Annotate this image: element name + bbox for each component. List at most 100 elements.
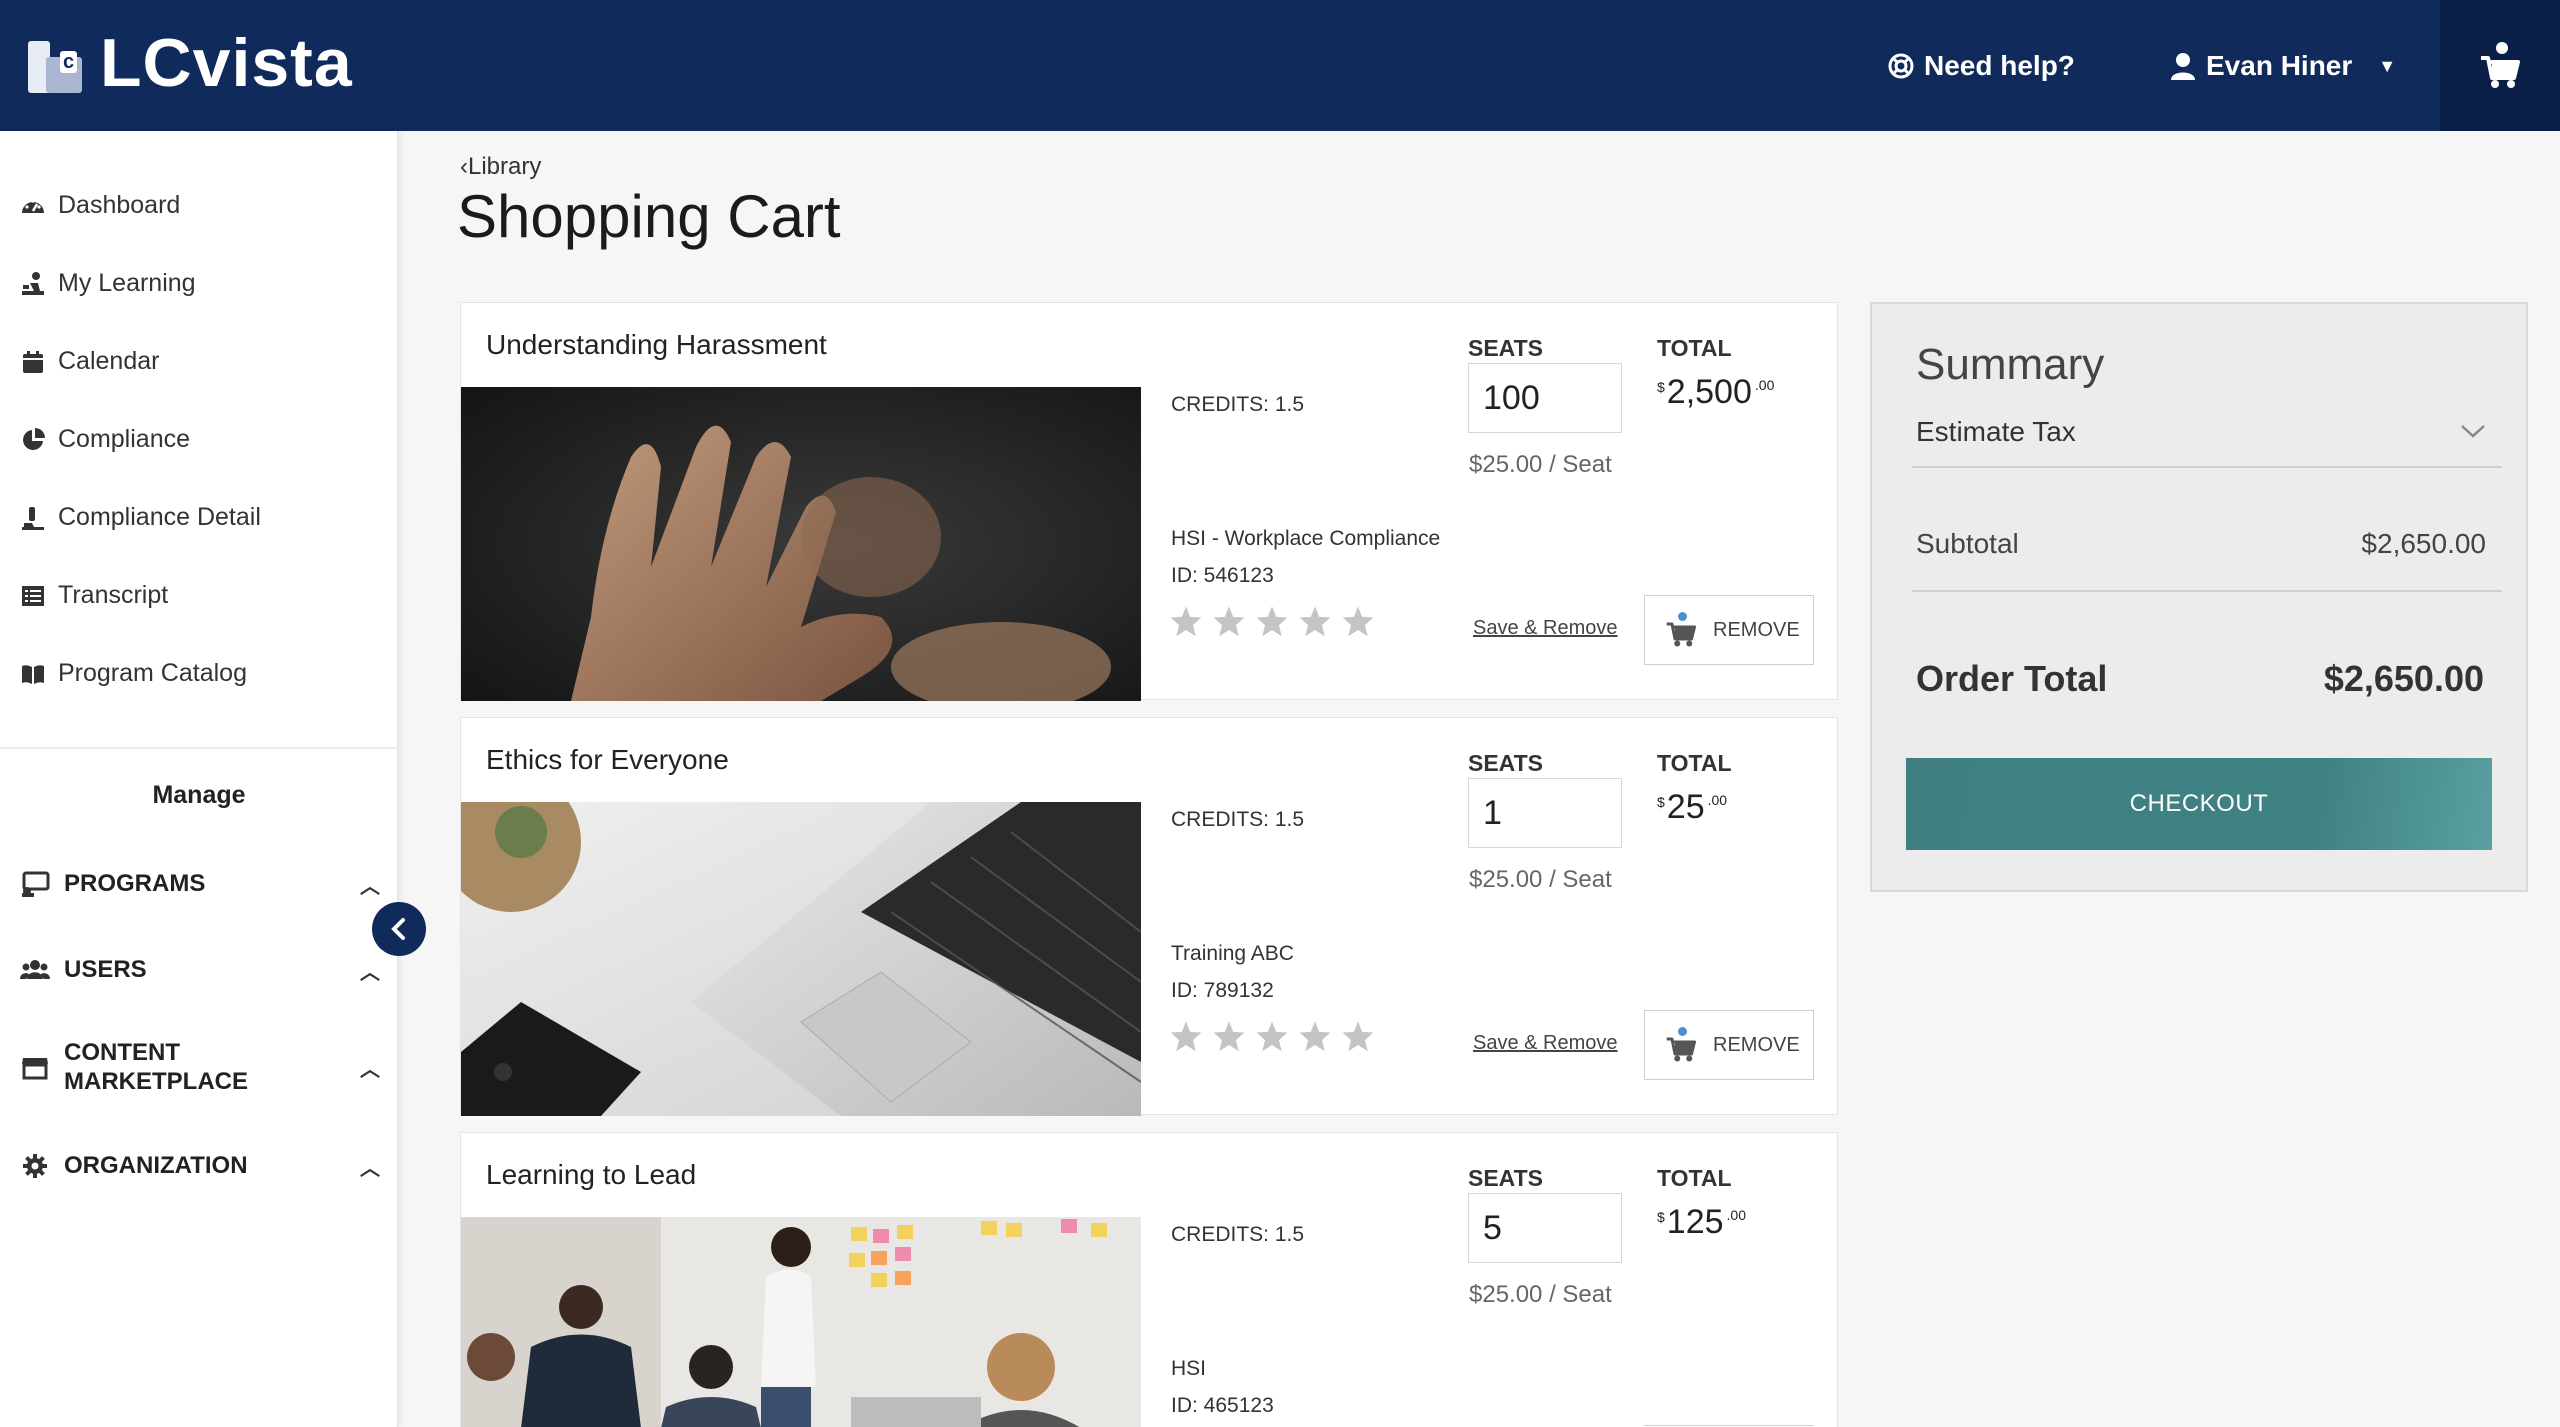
total-label: TOTAL (1657, 1165, 1732, 1191)
section-label-group: CONTENT MARKETPLACE (64, 1038, 248, 1096)
sidebar-item-label: Calendar (58, 347, 160, 375)
section-organization[interactable]: ORGANIZATION ︿ (20, 1151, 390, 1181)
sidebar-item-calendar[interactable]: Calendar (20, 347, 159, 376)
cart-item: Ethics for Everyone CREDITS: 1.5 Trainin… (460, 717, 1838, 1116)
chevron-down-icon[interactable] (2458, 416, 2488, 446)
star-icon (1213, 606, 1245, 637)
item-total: $ 25 .00 (1657, 788, 1727, 827)
chevron-left-icon: ‹ (460, 153, 468, 180)
order-total-label: Order Total (1916, 658, 2108, 699)
sidebar-item-dashboard[interactable]: Dashboard (20, 191, 180, 220)
page-title: Shopping Cart (457, 183, 841, 250)
seats-label: SEATS (1468, 335, 1543, 361)
currency-symbol: $ (1657, 1209, 1665, 1225)
provider-name: HSI (1171, 1357, 1207, 1380)
seats-input[interactable]: 1 (1468, 778, 1622, 848)
currency-symbol: $ (1657, 379, 1665, 395)
summary-title: Summary (1916, 340, 2105, 389)
provider-name: Training ABC (1171, 942, 1294, 965)
total-label: TOTAL (1657, 335, 1732, 361)
cart-remove-icon (1666, 612, 1696, 647)
total-amount: 25 (1666, 788, 1705, 826)
sidebar-item-label: Compliance (58, 425, 191, 453)
sidebar-item-compliance-detail[interactable]: Compliance Detail (20, 503, 261, 532)
cart-icon (2481, 41, 2520, 88)
order-total-value: $2,650.00 (2323, 658, 2484, 699)
book-icon (22, 664, 44, 684)
section-users[interactable]: USERS ︿ (20, 955, 390, 985)
gear-icon (23, 1154, 47, 1178)
cart-item: Understanding Harassment CREDITS: 1.5 HS… (460, 302, 1838, 701)
breadcrumb-label: Library (468, 153, 542, 180)
sidebar-item-label: Compliance Detail (58, 503, 261, 531)
caret-down-icon: ▼ (2378, 55, 2397, 76)
sidebar-item-transcript[interactable]: Transcript (20, 581, 168, 610)
save-and-remove-link[interactable]: Save & Remove (1473, 617, 1618, 640)
sidebar-item-label: Transcript (58, 581, 169, 609)
remove-button[interactable]: REMOVE (1644, 595, 1814, 665)
currency-symbol: $ (1657, 794, 1665, 810)
section-label: PROGRAMS (64, 870, 206, 897)
price-per-seat: $25.00 / Seat (1469, 1281, 1612, 1308)
section-content-marketplace[interactable]: CONTENT MARKETPLACE ︿ (20, 1037, 390, 1097)
total-cents: .00 (1707, 792, 1728, 808)
seats-input[interactable]: 5 (1468, 1193, 1622, 1263)
section-label-line2: MARKETPLACE (64, 1068, 248, 1095)
remove-label: REMOVE (1713, 618, 1800, 641)
estimate-tax-toggle[interactable]: Estimate Tax (1916, 416, 2076, 448)
sidebar: Dashboard My Learning Calendar Complianc… (0, 131, 398, 1427)
checkout-button[interactable]: CHECKOUT (1906, 758, 2492, 850)
star-icon (1342, 606, 1374, 637)
section-programs[interactable]: PROGRAMS ︿ (20, 869, 390, 899)
program-id: ID: 465123 (1171, 1394, 1274, 1417)
sidebar-divider (0, 747, 398, 749)
remove-button[interactable]: REMOVE (1644, 1010, 1814, 1080)
course-image-laptop (461, 802, 1141, 1116)
save-and-remove-link[interactable]: Save & Remove (1473, 1032, 1618, 1055)
sidebar-item-label: Dashboard (58, 191, 181, 219)
user-menu[interactable]: Evan Hiner ▼ (2170, 50, 2396, 82)
sidebar-item-label: My Learning (58, 269, 196, 297)
top-header: c LCvista Need help? Evan Hiner ▼ (0, 0, 2560, 131)
seats-input[interactable]: 100 (1468, 363, 1622, 433)
cart-item-title: Understanding Harassment (486, 329, 827, 360)
star-icon (1299, 606, 1331, 637)
credits-label: CREDITS: 1.5 (1171, 393, 1305, 416)
cart-item-title: Learning to Lead (486, 1159, 697, 1190)
total-amount: 125 (1666, 1203, 1724, 1241)
star-icon (1170, 606, 1202, 637)
course-image-meeting (461, 1217, 1141, 1427)
sidebar-item-my-learning[interactable]: My Learning (20, 269, 196, 298)
logo-badge: c (60, 51, 78, 73)
logo-text: LCvista (100, 25, 353, 101)
calendar-icon (23, 350, 43, 373)
program-id: ID: 789132 (1171, 979, 1274, 1002)
program-id: ID: 546123 (1171, 564, 1274, 587)
list-icon (22, 585, 44, 606)
seats-label: SEATS (1468, 1165, 1543, 1191)
sidebar-collapse-button[interactable] (372, 902, 426, 956)
help-label: Need help? (1924, 50, 2075, 81)
sidebar-item-program-catalog[interactable]: Program Catalog (20, 659, 247, 688)
chevron-up-icon: ︿ (360, 961, 380, 984)
app-logo[interactable]: c LCvista (26, 28, 353, 98)
sidebar-item-compliance[interactable]: Compliance (20, 425, 190, 454)
chevron-up-icon: ︿ (360, 1157, 380, 1180)
course-image-hand (461, 387, 1141, 701)
cart-remove-icon (1666, 1027, 1696, 1062)
section-label: CONTENT (64, 1039, 180, 1066)
dashboard-icon (22, 198, 44, 213)
rating-stars[interactable] (1169, 605, 1375, 637)
breadcrumb-back-link[interactable]: ‹Library (460, 153, 541, 181)
learning-icon (22, 271, 44, 295)
cart-button[interactable] (2440, 0, 2560, 131)
item-total: $ 125 .00 (1657, 1203, 1746, 1242)
rating-stars[interactable] (1169, 1020, 1375, 1052)
total-cents: .00 (1754, 377, 1775, 393)
star-icon (1213, 1021, 1245, 1052)
section-label: USERS (64, 956, 147, 983)
chevron-left-icon (391, 918, 405, 940)
help-link[interactable]: Need help? (1888, 50, 2075, 82)
manage-title: Manage (152, 781, 246, 809)
order-summary-panel: Summary Estimate Tax Subtotal $2,650.00 … (1870, 302, 2528, 892)
